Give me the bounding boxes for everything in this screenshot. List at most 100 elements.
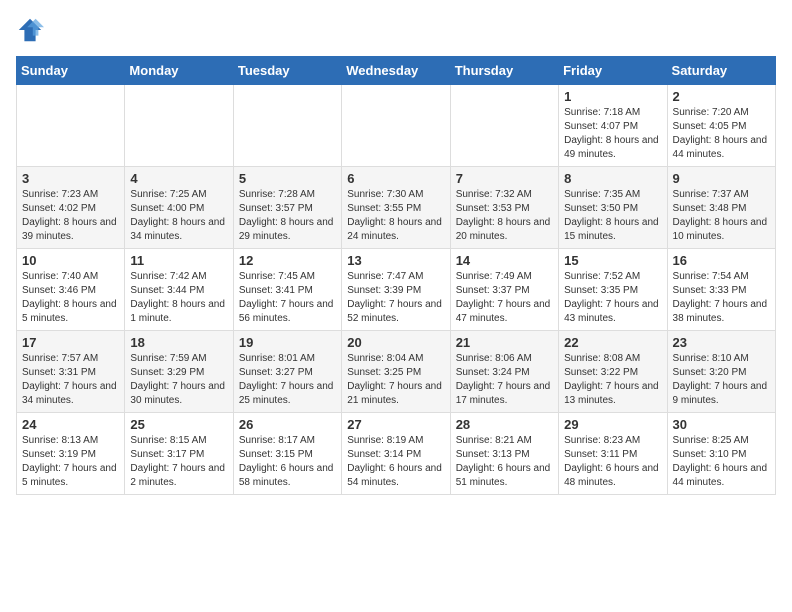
calendar-cell: 9 Sunrise: 7:37 AM Sunset: 3:48 PM Daylig… [667, 167, 775, 249]
calendar-cell: 8 Sunrise: 7:35 AM Sunset: 3:50 PM Daylig… [559, 167, 667, 249]
day-info: Sunrise: 8:13 AM Sunset: 3:19 PM Dayligh… [22, 434, 119, 490]
day-info: Sunrise: 7:54 AM Sunset: 3:33 PM Dayligh… [673, 270, 770, 326]
day-number: 29 [564, 417, 661, 432]
day-number: 3 [22, 171, 119, 186]
day-info: Sunrise: 8:15 AM Sunset: 3:17 PM Dayligh… [130, 434, 227, 490]
day-info: Sunrise: 8:10 AM Sunset: 3:20 PM Dayligh… [673, 352, 770, 408]
day-number: 5 [239, 171, 336, 186]
day-number: 19 [239, 335, 336, 350]
day-number: 18 [130, 335, 227, 350]
day-info: Sunrise: 7:52 AM Sunset: 3:35 PM Dayligh… [564, 270, 661, 326]
day-info: Sunrise: 7:18 AM Sunset: 4:07 PM Dayligh… [564, 106, 661, 162]
day-info: Sunrise: 8:25 AM Sunset: 3:10 PM Dayligh… [673, 434, 770, 490]
calendar-cell: 21 Sunrise: 8:06 AM Sunset: 3:24 PM Dayli… [450, 331, 558, 413]
week-row-3: 17 Sunrise: 7:57 AM Sunset: 3:31 PM Dayli… [17, 331, 776, 413]
day-header-friday: Friday [559, 57, 667, 85]
calendar-cell [17, 85, 125, 167]
day-number: 4 [130, 171, 227, 186]
day-info: Sunrise: 7:59 AM Sunset: 3:29 PM Dayligh… [130, 352, 227, 408]
day-info: Sunrise: 7:40 AM Sunset: 3:46 PM Dayligh… [22, 270, 119, 326]
day-info: Sunrise: 8:21 AM Sunset: 3:13 PM Dayligh… [456, 434, 553, 490]
day-info: Sunrise: 8:23 AM Sunset: 3:11 PM Dayligh… [564, 434, 661, 490]
logo [16, 16, 48, 44]
day-number: 1 [564, 89, 661, 104]
day-number: 25 [130, 417, 227, 432]
day-header-saturday: Saturday [667, 57, 775, 85]
day-number: 12 [239, 253, 336, 268]
calendar-header-row: SundayMondayTuesdayWednesdayThursdayFrid… [17, 57, 776, 85]
logo-icon [16, 16, 44, 44]
day-header-monday: Monday [125, 57, 233, 85]
calendar-cell: 3 Sunrise: 7:23 AM Sunset: 4:02 PM Daylig… [17, 167, 125, 249]
day-number: 10 [22, 253, 119, 268]
week-row-1: 3 Sunrise: 7:23 AM Sunset: 4:02 PM Daylig… [17, 167, 776, 249]
day-info: Sunrise: 7:32 AM Sunset: 3:53 PM Dayligh… [456, 188, 553, 244]
calendar-cell: 30 Sunrise: 8:25 AM Sunset: 3:10 PM Dayli… [667, 413, 775, 495]
calendar-cell: 7 Sunrise: 7:32 AM Sunset: 3:53 PM Daylig… [450, 167, 558, 249]
day-header-thursday: Thursday [450, 57, 558, 85]
day-header-tuesday: Tuesday [233, 57, 341, 85]
calendar-cell: 26 Sunrise: 8:17 AM Sunset: 3:15 PM Dayli… [233, 413, 341, 495]
day-number: 16 [673, 253, 770, 268]
day-info: Sunrise: 7:37 AM Sunset: 3:48 PM Dayligh… [673, 188, 770, 244]
day-info: Sunrise: 7:28 AM Sunset: 3:57 PM Dayligh… [239, 188, 336, 244]
day-info: Sunrise: 7:49 AM Sunset: 3:37 PM Dayligh… [456, 270, 553, 326]
calendar-cell: 10 Sunrise: 7:40 AM Sunset: 3:46 PM Dayli… [17, 249, 125, 331]
week-row-2: 10 Sunrise: 7:40 AM Sunset: 3:46 PM Dayli… [17, 249, 776, 331]
calendar-cell [233, 85, 341, 167]
day-info: Sunrise: 8:06 AM Sunset: 3:24 PM Dayligh… [456, 352, 553, 408]
calendar-cell: 27Sunrise: 8:19 AM Sunset: 3:14 PM Dayli… [342, 413, 450, 495]
day-info: Sunrise: 7:45 AM Sunset: 3:41 PM Dayligh… [239, 270, 336, 326]
calendar-cell: 23Sunrise: 8:10 AM Sunset: 3:20 PM Dayli… [667, 331, 775, 413]
calendar-cell: 24Sunrise: 8:13 AM Sunset: 3:19 PM Dayli… [17, 413, 125, 495]
day-info: Sunrise: 8:17 AM Sunset: 3:15 PM Dayligh… [239, 434, 336, 490]
day-number: 6 [347, 171, 444, 186]
calendar-cell: 5 Sunrise: 7:28 AM Sunset: 3:57 PM Daylig… [233, 167, 341, 249]
day-number: 13 [347, 253, 444, 268]
day-header-wednesday: Wednesday [342, 57, 450, 85]
calendar-cell: 18 Sunrise: 7:59 AM Sunset: 3:29 PM Dayli… [125, 331, 233, 413]
day-info: Sunrise: 8:08 AM Sunset: 3:22 PM Dayligh… [564, 352, 661, 408]
calendar-cell: 17 Sunrise: 7:57 AM Sunset: 3:31 PM Dayli… [17, 331, 125, 413]
day-number: 20 [347, 335, 444, 350]
calendar-cell: 20 Sunrise: 8:04 AM Sunset: 3:25 PM Dayli… [342, 331, 450, 413]
day-info: Sunrise: 7:25 AM Sunset: 4:00 PM Dayligh… [130, 188, 227, 244]
day-info: Sunrise: 7:35 AM Sunset: 3:50 PM Dayligh… [564, 188, 661, 244]
header [16, 16, 776, 44]
day-number: 21 [456, 335, 553, 350]
calendar-cell [125, 85, 233, 167]
calendar-cell: 19 Sunrise: 8:01 AM Sunset: 3:27 PM Dayli… [233, 331, 341, 413]
day-info: Sunrise: 7:20 AM Sunset: 4:05 PM Dayligh… [673, 106, 770, 162]
calendar-cell [450, 85, 558, 167]
day-info: Sunrise: 7:57 AM Sunset: 3:31 PM Dayligh… [22, 352, 119, 408]
week-row-0: 1 Sunrise: 7:18 AM Sunset: 4:07 PM Daylig… [17, 85, 776, 167]
calendar-cell: 25 Sunrise: 8:15 AM Sunset: 3:17 PM Dayli… [125, 413, 233, 495]
calendar-cell: 13 Sunrise: 7:47 AM Sunset: 3:39 PM Dayli… [342, 249, 450, 331]
day-number: 14 [456, 253, 553, 268]
calendar-cell: 16 Sunrise: 7:54 AM Sunset: 3:33 PM Dayli… [667, 249, 775, 331]
day-number: 27 [347, 417, 444, 432]
calendar-cell [342, 85, 450, 167]
day-number: 26 [239, 417, 336, 432]
calendar: SundayMondayTuesdayWednesdayThursdayFrid… [16, 56, 776, 495]
day-number: 17 [22, 335, 119, 350]
calendar-cell: 15 Sunrise: 7:52 AM Sunset: 3:35 PM Dayli… [559, 249, 667, 331]
calendar-cell: 1 Sunrise: 7:18 AM Sunset: 4:07 PM Daylig… [559, 85, 667, 167]
day-info: Sunrise: 7:23 AM Sunset: 4:02 PM Dayligh… [22, 188, 119, 244]
day-number: 8 [564, 171, 661, 186]
day-number: 15 [564, 253, 661, 268]
day-number: 2 [673, 89, 770, 104]
day-number: 7 [456, 171, 553, 186]
day-info: Sunrise: 7:47 AM Sunset: 3:39 PM Dayligh… [347, 270, 444, 326]
calendar-cell: 6Sunrise: 7:30 AM Sunset: 3:55 PM Daylig… [342, 167, 450, 249]
day-number: 9 [673, 171, 770, 186]
calendar-cell: 29 Sunrise: 8:23 AM Sunset: 3:11 PM Dayli… [559, 413, 667, 495]
calendar-cell: 22 Sunrise: 8:08 AM Sunset: 3:22 PM Dayli… [559, 331, 667, 413]
day-number: 30 [673, 417, 770, 432]
day-header-sunday: Sunday [17, 57, 125, 85]
week-row-4: 24Sunrise: 8:13 AM Sunset: 3:19 PM Dayli… [17, 413, 776, 495]
day-number: 11 [130, 253, 227, 268]
day-info: Sunrise: 8:04 AM Sunset: 3:25 PM Dayligh… [347, 352, 444, 408]
day-info: Sunrise: 8:01 AM Sunset: 3:27 PM Dayligh… [239, 352, 336, 408]
day-number: 22 [564, 335, 661, 350]
